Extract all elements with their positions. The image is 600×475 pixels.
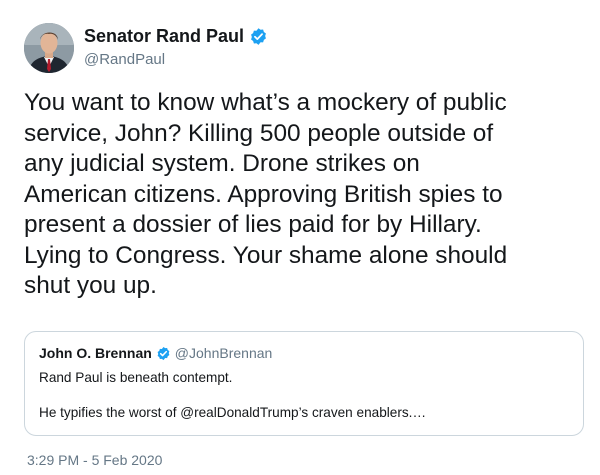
author-block: Senator Rand Paul @RandPaul xyxy=(84,24,268,68)
author-name-row: Senator Rand Paul xyxy=(84,24,268,48)
quoted-author-handle: @JohnBrennan xyxy=(174,345,273,361)
tweet-text-line: any judicial system. Drone strikes on xyxy=(24,150,420,177)
tweet-text-line: Lying to Congress. Your shame alone shou… xyxy=(24,241,508,269)
tweet-timestamp[interactable]: 3:29 PM - 5 Feb 2020 xyxy=(27,452,162,468)
quoted-tweet-text: He typifies the worst of @realDonaldTrum… xyxy=(39,405,427,420)
verified-badge-icon xyxy=(156,346,171,361)
verified-badge-icon xyxy=(249,27,268,46)
quoted-tweet-header: John O. Brennan @JohnBrennan xyxy=(39,345,272,361)
quoted-tweet[interactable]: John O. Brennan @JohnBrennan Rand Paul i… xyxy=(24,331,584,436)
avatar[interactable] xyxy=(24,23,74,73)
tweet-card: Senator Rand Paul @RandPaul You want to … xyxy=(0,0,600,475)
author-display-name[interactable]: Senator Rand Paul xyxy=(84,26,244,47)
tweet-text-line: service, John? Killing 500 people outsid… xyxy=(24,119,494,147)
quoted-author-name: John O. Brennan xyxy=(39,345,152,361)
tweet-text: You want to know what’s a mockery of pub… xyxy=(24,88,586,302)
author-handle[interactable]: @RandPaul xyxy=(84,51,268,68)
tweet-text-line: present a dossier of lies paid for by Hi… xyxy=(24,211,482,238)
quoted-tweet-text: Rand Paul is beneath contempt. xyxy=(39,370,233,385)
tweet-text-line: You want to know what’s a mockery of pub… xyxy=(24,89,507,116)
tweet-text-line: shut you up. xyxy=(24,272,157,299)
tweet-text-line: American citizens. Approving British spi… xyxy=(24,180,503,208)
